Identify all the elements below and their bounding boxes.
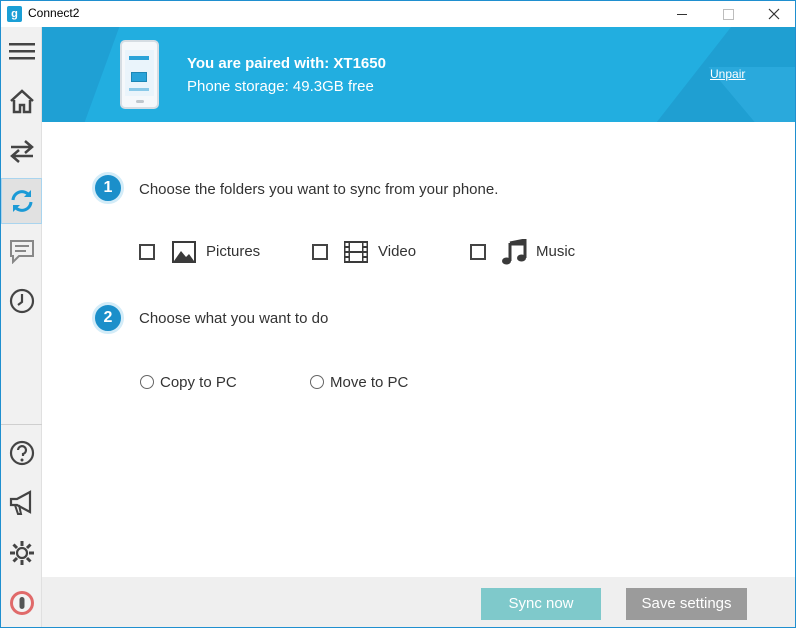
sidebar-item-sync[interactable] [1,178,42,224]
copy-to-pc-label: Copy to PC [160,374,237,391]
sidebar [1,27,42,627]
move-to-pc-radio[interactable] [310,375,324,389]
settings-gear-icon [9,541,34,565]
app-logo-icon: g [7,6,22,22]
sidebar-item-transfer[interactable] [1,128,42,174]
home-icon [9,89,34,114]
save-settings-button[interactable]: Save settings [626,588,747,620]
title-bar: g Connect2 [1,1,795,27]
step-2-instruction: Choose what you want to do [139,310,329,327]
megaphone-icon [9,490,31,515]
sidebar-item-messages[interactable] [1,228,42,274]
paired-device-title: You are paired with: XT1650 [187,55,386,72]
pictures-icon [172,241,196,263]
sidebar-divider [1,424,42,425]
pictures-label: Pictures [206,243,261,260]
video-film-icon [344,241,368,263]
sidebar-item-account[interactable] [1,580,42,626]
move-to-pc-label: Move to PC [330,374,409,391]
maximize-button[interactable] [705,1,751,27]
sync-icon [11,190,32,212]
pictures-checkbox[interactable] [139,244,155,260]
clock-icon [9,288,34,314]
sidebar-menu[interactable] [1,28,42,74]
step-2-badge: 2 [92,302,124,334]
power-icon [9,591,34,615]
music-label: Music [536,243,576,260]
video-checkbox[interactable] [312,244,328,260]
music-checkbox[interactable] [470,244,486,260]
app-window: g Connect2 You are paired with: XT1650 P… [0,0,796,628]
footer-bar: Sync now Save settings [42,577,795,627]
close-icon [768,8,780,20]
sidebar-item-help[interactable] [1,430,42,476]
sync-now-button[interactable]: Sync now [481,588,601,620]
window-title: Connect2 [28,6,80,20]
banner-decoration [42,27,120,122]
help-icon [9,440,34,466]
sidebar-item-history[interactable] [1,278,42,324]
step-1-badge: 1 [92,172,124,204]
phone-illustration [120,40,159,109]
sidebar-item-home[interactable] [1,78,42,124]
paired-device-banner: You are paired with: XT1650 Phone storag… [42,27,795,122]
music-note-icon [502,239,527,265]
transfer-arrows-icon [9,140,34,163]
hamburger-menu-icon [8,43,35,60]
sidebar-item-settings[interactable] [1,530,42,576]
unpair-link[interactable]: Unpair [710,67,745,81]
sidebar-item-announcements[interactable] [1,480,42,526]
video-label: Video [378,243,417,260]
chat-icon [9,240,34,264]
copy-to-pc-radio[interactable] [140,375,154,389]
close-button[interactable] [751,1,795,27]
phone-storage-text: Phone storage: 49.3GB free [187,78,374,95]
step-1-instruction: Choose the folders you want to sync from… [139,181,499,198]
minimize-button[interactable] [659,1,705,27]
